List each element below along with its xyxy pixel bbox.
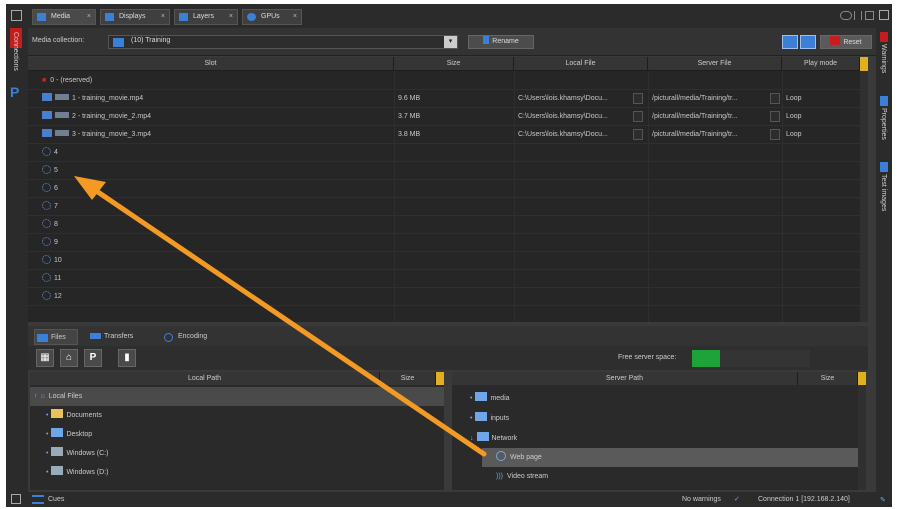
arrow-shaft [89, 185, 487, 457]
annotation-arrow [74, 176, 487, 457]
